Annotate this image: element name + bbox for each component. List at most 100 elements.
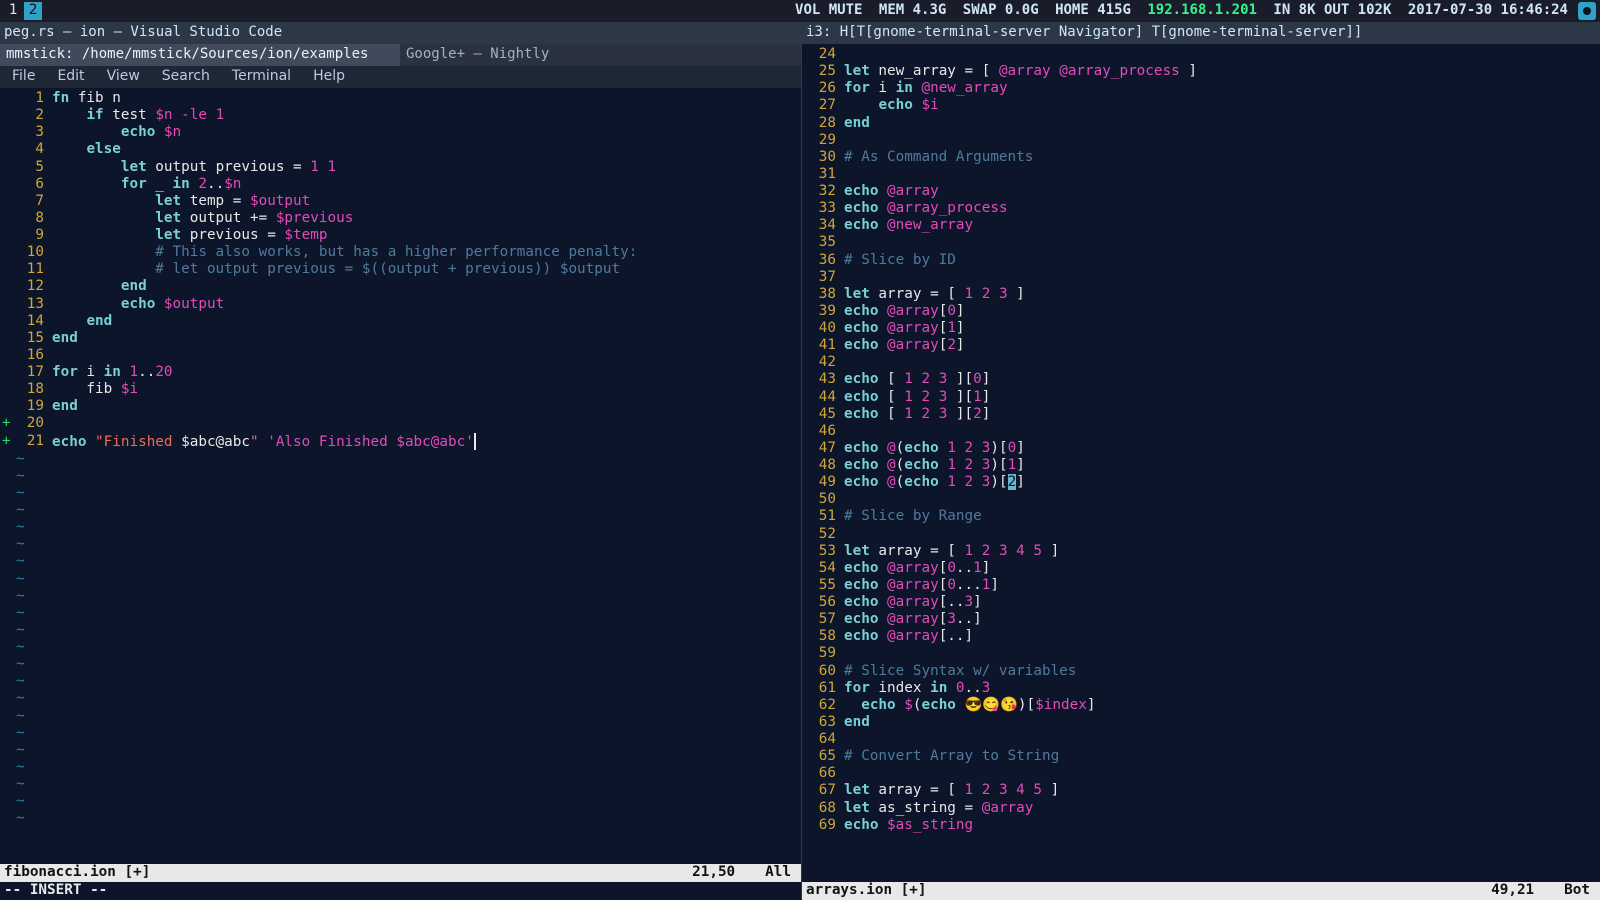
menu-search[interactable]: Search <box>162 68 210 85</box>
menu-edit[interactable]: Edit <box>57 68 84 85</box>
code-line[interactable]: 60# Slice Syntax w/ variables <box>802 663 1600 680</box>
code-line[interactable]: 66 <box>802 765 1600 782</box>
code-line[interactable]: 65# Convert Array to String <box>802 748 1600 765</box>
code-line[interactable]: 28end <box>802 115 1600 132</box>
code-line[interactable]: 1fn fib n <box>0 90 801 107</box>
code-line[interactable]: 55echo @array[0...1] <box>802 577 1600 594</box>
code-line[interactable]: 56echo @array[..3] <box>802 594 1600 611</box>
code-line[interactable]: 67let array = [ 1 2 3 4 5 ] <box>802 782 1600 799</box>
gutter-sign <box>0 244 16 261</box>
code-line[interactable]: 39echo @array[0] <box>802 303 1600 320</box>
code-line[interactable]: 6 for _ in 2..$n <box>0 176 801 193</box>
code-line[interactable]: 35 <box>802 234 1600 251</box>
code-content: echo $n <box>52 124 801 141</box>
code-line[interactable]: 14 end <box>0 313 801 330</box>
code-line[interactable]: 9 let previous = $temp <box>0 227 801 244</box>
code-line[interactable]: 68let as_string = @array <box>802 800 1600 817</box>
code-line[interactable]: +20 <box>0 415 801 432</box>
menu-help[interactable]: Help <box>313 68 345 85</box>
code-line[interactable]: 13 echo $output <box>0 296 801 313</box>
menu-bar: File Edit View Search Terminal Help <box>0 66 801 88</box>
code-line[interactable]: 69echo $as_string <box>802 817 1600 834</box>
code-line[interactable]: 63end <box>802 714 1600 731</box>
code-line[interactable]: +21echo "Finished $abc@abc" 'Also Finish… <box>0 433 801 451</box>
tab-active[interactable]: mmstick: /home/mmstick/Sources/ion/examp… <box>0 44 400 66</box>
gutter-sign <box>0 159 16 176</box>
code-line[interactable]: 62 echo $(echo 😎😋😘)[$index] <box>802 697 1600 714</box>
code-line[interactable]: 19end <box>0 398 801 415</box>
code-line[interactable]: 59 <box>802 645 1600 662</box>
code-line[interactable]: 26for i in @new_array <box>802 80 1600 97</box>
code-line[interactable]: 16 <box>0 347 801 364</box>
code-line[interactable]: 32echo @array <box>802 183 1600 200</box>
code-line[interactable]: 43echo [ 1 2 3 ][0] <box>802 371 1600 388</box>
code-line[interactable]: 45echo [ 1 2 3 ][2] <box>802 406 1600 423</box>
code-line[interactable]: 42 <box>802 354 1600 371</box>
code-line[interactable]: 58echo @array[..] <box>802 628 1600 645</box>
code-line[interactable]: 53let array = [ 1 2 3 4 5 ] <box>802 543 1600 560</box>
code-line[interactable]: 51# Slice by Range <box>802 508 1600 525</box>
code-line[interactable]: 38let array = [ 1 2 3 ] <box>802 286 1600 303</box>
code-line[interactable]: 11 # let output previous = $((output + p… <box>0 261 801 278</box>
code-line[interactable]: 47echo @(echo 1 2 3)[0] <box>802 440 1600 457</box>
code-line[interactable]: 8 let output += $previous <box>0 210 801 227</box>
gutter-sign <box>0 364 16 381</box>
line-number: 46 <box>802 423 844 440</box>
insert-cursor <box>474 433 476 450</box>
code-line[interactable]: 7 let temp = $output <box>0 193 801 210</box>
code-line[interactable]: 18 fib $i <box>0 381 801 398</box>
menu-terminal[interactable]: Terminal <box>232 68 291 85</box>
editor-right[interactable]: 2425let new_array = [ @array @array_proc… <box>802 44 1600 882</box>
code-line[interactable]: 64 <box>802 731 1600 748</box>
workspace-1[interactable]: 1 <box>4 2 22 20</box>
code-line[interactable]: 3 echo $n <box>0 124 801 141</box>
code-line[interactable]: 49echo @(echo 1 2 3)[2] <box>802 474 1600 491</box>
code-line[interactable]: 61for index in 0..3 <box>802 680 1600 697</box>
code-line[interactable]: 31 <box>802 166 1600 183</box>
code-line[interactable]: 25let new_array = [ @array @array_proces… <box>802 63 1600 80</box>
code-line[interactable]: 4 else <box>0 141 801 158</box>
code-line[interactable]: 37 <box>802 269 1600 286</box>
code-line[interactable]: 54echo @array[0..1] <box>802 560 1600 577</box>
right-status-pos: 49,21 <box>1491 882 1534 899</box>
line-number: 26 <box>802 80 844 97</box>
code-line[interactable]: 48echo @(echo 1 2 3)[1] <box>802 457 1600 474</box>
code-content: let new_array = [ @array @array_process … <box>844 63 1600 80</box>
tray-icon[interactable] <box>1578 2 1596 20</box>
code-line[interactable]: 17for i in 1..20 <box>0 364 801 381</box>
code-line[interactable]: 5 let output previous = 1 1 <box>0 159 801 176</box>
code-line[interactable]: 52 <box>802 526 1600 543</box>
code-line[interactable]: 2 if test $n -le 1 <box>0 107 801 124</box>
menu-file[interactable]: File <box>12 68 35 85</box>
code-line[interactable]: 30# As Command Arguments <box>802 149 1600 166</box>
tab-inactive[interactable]: Google+ — Nightly <box>400 44 801 66</box>
code-line[interactable]: 46 <box>802 423 1600 440</box>
code-line[interactable]: 10 # This also works, but has a higher p… <box>0 244 801 261</box>
line-number: 1 <box>16 90 52 107</box>
menu-view[interactable]: View <box>107 68 140 85</box>
line-number: 16 <box>16 347 52 364</box>
code-line[interactable]: 41echo @array[2] <box>802 337 1600 354</box>
code-content <box>52 415 801 432</box>
code-line[interactable]: 12 end <box>0 278 801 295</box>
line-number: 43 <box>802 371 844 388</box>
code-line[interactable]: 50 <box>802 491 1600 508</box>
gutter-sign <box>0 90 16 107</box>
workspace-2[interactable]: 2 <box>24 2 42 20</box>
swap-status: SWAP 0.0G <box>963 2 1039 19</box>
editor-left[interactable]: 1fn fib n 2 if test $n -le 1 3 echo $n 4… <box>0 88 801 864</box>
code-line[interactable]: 27 echo $i <box>802 97 1600 114</box>
code-line[interactable]: 24 <box>802 46 1600 63</box>
code-content: # This also works, but has a higher perf… <box>52 244 801 261</box>
code-line[interactable]: 40echo @array[1] <box>802 320 1600 337</box>
line-number: 32 <box>802 183 844 200</box>
code-line[interactable]: 36# Slice by ID <box>802 252 1600 269</box>
code-line[interactable]: 33echo @array_process <box>802 200 1600 217</box>
empty-line: ~ <box>0 725 801 742</box>
code-line[interactable]: 15end <box>0 330 801 347</box>
code-line[interactable]: 44echo [ 1 2 3 ][1] <box>802 389 1600 406</box>
code-line[interactable]: 57echo @array[3..] <box>802 611 1600 628</box>
code-line[interactable]: 34echo @new_array <box>802 217 1600 234</box>
code-line[interactable]: 29 <box>802 132 1600 149</box>
empty-line: ~ <box>0 673 801 690</box>
